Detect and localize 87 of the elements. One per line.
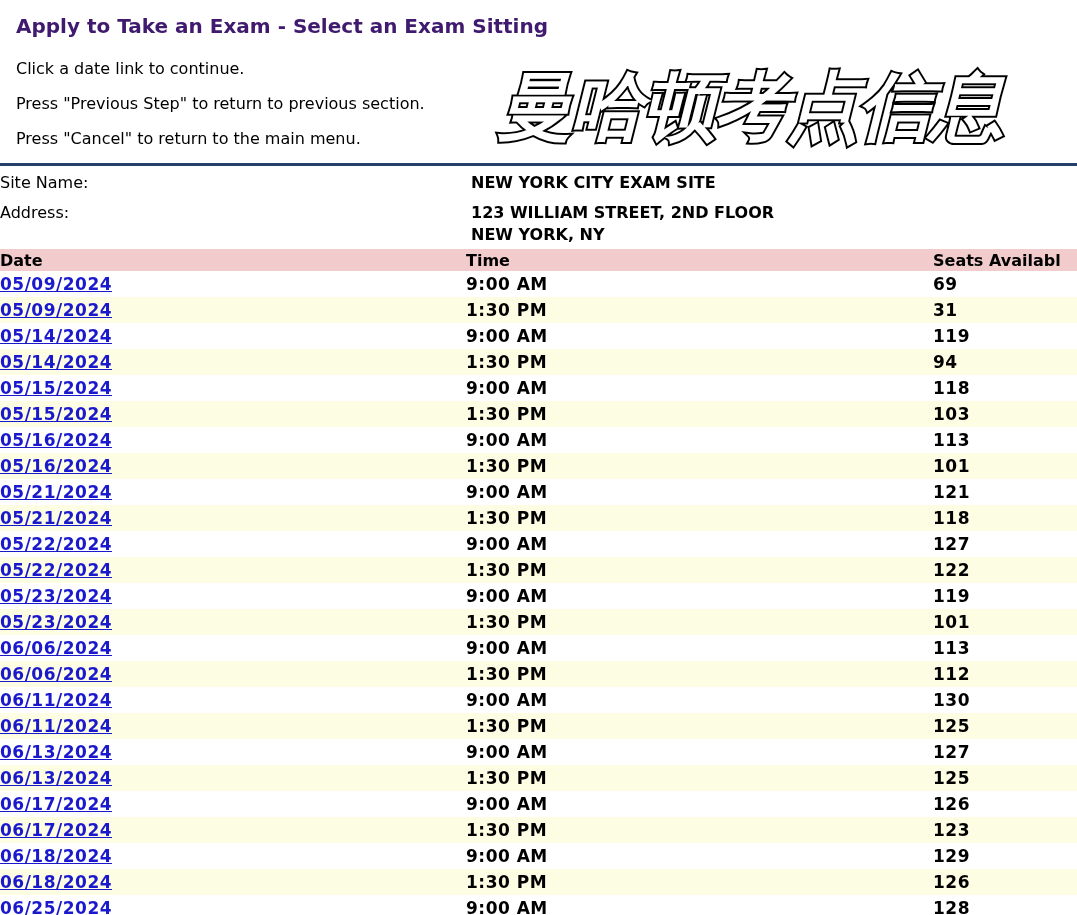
time-cell-text: 9:00 AM [466,430,549,450]
seats-cell-text: 127 [933,742,971,762]
field-label: Site Name: [0,172,90,194]
time-cell-text: 9:00 AM [466,482,549,502]
instruction-text: Press "Previous Step" to return to previous section. [16,93,426,115]
date-link[interactable]: 06/18/2024 [0,872,113,892]
time-cell-text: 9:00 AM [466,794,549,814]
seats-cell-text: 113 [933,638,971,658]
seats-cell-text: 125 [933,768,971,788]
page-title: Apply to Take an Exam - Select an Exam Sitting [16,14,550,38]
field-label: Address: [0,202,71,224]
time-cell-text: 1:30 PM [466,300,549,320]
time-cell-text: 1:30 PM [466,664,549,684]
date-link[interactable]: 06/13/2024 [0,742,113,762]
column-header: Seats Availabl [933,250,1062,270]
seats-cell-text: 31 [933,300,959,320]
time-cell-text: 9:00 AM [466,690,549,710]
seats-cell-text: 69 [933,274,959,294]
date-link[interactable]: 05/15/2024 [0,404,113,424]
seats-cell-text: 118 [933,378,971,398]
time-cell-text: 9:00 AM [466,274,549,294]
column-header: Time [466,250,511,270]
seats-cell-text: 128 [933,898,971,915]
seats-cell-text: 118 [933,508,971,528]
time-cell-text: 9:00 AM [466,846,549,866]
seats-cell-text: 101 [933,456,971,476]
seats-cell-text: 130 [933,690,971,710]
time-cell-text: 1:30 PM [466,716,549,736]
seats-cell-text: 126 [933,794,971,814]
date-link[interactable]: 05/23/2024 [0,612,113,632]
seats-cell-text: 119 [933,326,971,346]
seats-cell-text: 119 [933,586,971,606]
column-header: Date [0,250,44,270]
time-cell-text: 1:30 PM [466,872,549,892]
seats-cell-text: 122 [933,560,971,580]
time-cell-text: 1:30 PM [466,404,549,424]
seats-cell-text: 101 [933,612,971,632]
date-link[interactable]: 06/25/2024 [0,898,113,915]
seats-cell-text: 113 [933,430,971,450]
seats-cell-text: 121 [933,482,971,502]
seats-cell-text: 126 [933,872,971,892]
time-cell-text: 1:30 PM [466,560,549,580]
date-link[interactable]: 06/17/2024 [0,820,113,840]
time-cell-text: 9:00 AM [466,742,549,762]
time-cell-text: 1:30 PM [466,768,549,788]
time-cell-text: 1:30 PM [466,508,549,528]
date-link[interactable]: 06/18/2024 [0,846,113,866]
date-link[interactable]: 06/06/2024 [0,664,113,684]
date-link[interactable]: 05/14/2024 [0,326,113,346]
time-cell-text: 1:30 PM [466,612,549,632]
seats-cell-text: 127 [933,534,971,554]
time-cell-text: 1:30 PM [466,352,549,372]
seats-cell-text: 103 [933,404,971,424]
date-link[interactable]: 05/23/2024 [0,586,113,606]
time-cell-text: 9:00 AM [466,378,549,398]
seats-cell-text: 129 [933,846,971,866]
date-link[interactable]: 05/21/2024 [0,508,113,528]
time-cell-text: 9:00 AM [466,898,549,915]
time-cell-text: 9:00 AM [466,534,549,554]
address-line: 123 WILLIAM STREET, 2ND FLOOR [471,202,776,224]
seats-cell-text: 123 [933,820,971,840]
date-link[interactable]: 06/06/2024 [0,638,113,658]
date-link[interactable]: 05/09/2024 [0,274,113,294]
date-link[interactable]: 05/15/2024 [0,378,113,398]
time-cell-text: 9:00 AM [466,638,549,658]
time-cell-text: 1:30 PM [466,456,549,476]
address-line: NEW YORK, NY [471,224,606,246]
date-link[interactable]: 05/16/2024 [0,430,113,450]
date-link[interactable]: 06/17/2024 [0,794,113,814]
date-link[interactable]: 05/16/2024 [0,456,113,476]
date-link[interactable]: 05/22/2024 [0,560,113,580]
instruction-text: Press "Cancel" to return to the main menu. [16,128,362,150]
date-link[interactable]: 05/09/2024 [0,300,113,320]
seats-cell-text: 94 [933,352,959,372]
date-link[interactable]: 06/11/2024 [0,690,113,710]
date-link[interactable]: 05/21/2024 [0,482,113,502]
site-name: NEW YORK CITY EXAM SITE [471,172,717,194]
date-link[interactable]: 06/11/2024 [0,716,113,736]
time-cell-text: 9:00 AM [466,326,549,346]
seats-cell-text: 112 [933,664,971,684]
time-cell-text: 9:00 AM [466,586,549,606]
date-link[interactable]: 06/13/2024 [0,768,113,788]
seats-cell-text: 125 [933,716,971,736]
time-cell-text: 1:30 PM [466,820,549,840]
instruction-text: Click a date link to continue. [16,58,246,80]
date-link[interactable]: 05/22/2024 [0,534,113,554]
date-link[interactable]: 05/14/2024 [0,352,113,372]
